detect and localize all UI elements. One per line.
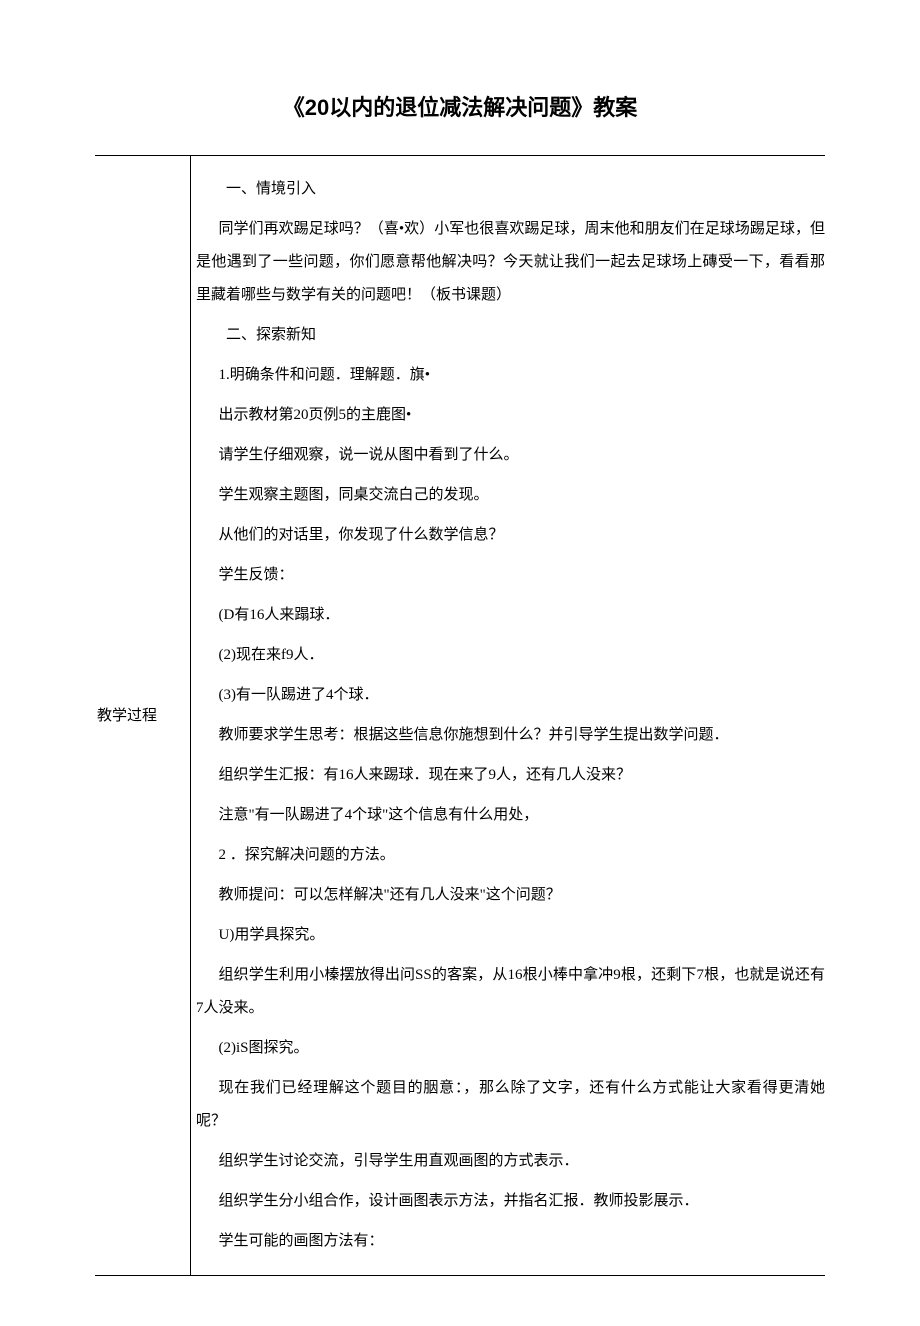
paragraph: 学生可能的画图方法有：: [196, 1225, 825, 1258]
paragraph: 1.明确条件和问题．理解题．旗•: [196, 359, 825, 392]
paragraph: 学生观察主题图，同桌交流白己的发现。: [196, 479, 825, 512]
paragraph: 现在我们已经理解这个题目的胭意：，那么除了文字，还有什么方式能让大家看得更清她呢…: [196, 1072, 825, 1138]
paragraph: 2 ．探究解决问题的方法。: [196, 839, 825, 872]
paragraph: 出示教材第20页例5的主鹿图•: [196, 399, 825, 432]
paragraph: (2)iS图探究。: [196, 1032, 825, 1065]
sidebar-cell: 教学过程: [95, 156, 190, 1275]
page-title: 《20以内的退位减法解决问题》教案: [95, 90, 825, 125]
paragraph: 教师要求学生思考：根据这些信息你施想到什么？并引导学生提出数学问题．: [196, 719, 825, 752]
paragraph: 学生反馈：: [196, 559, 825, 592]
paragraph: 组织学生讨论交流，引导学生用直观画图的方式表示．: [196, 1145, 825, 1178]
sidebar-label: 教学过程: [97, 704, 157, 728]
paragraph: 请学生仔细观察，说一说从图中看到了什么。: [196, 439, 825, 472]
section-heading-1: 一、情境引入: [196, 173, 825, 206]
paragraph: 教师提问：可以怎样解决"还有几人没来"这个问题？: [196, 879, 825, 912]
paragraph: 组织学生利用小榛摆放得出问SS的客案，从16根小棒中拿冲9根，还剩下7根，也就是…: [196, 959, 825, 1025]
section-heading-2: 二、探索新知: [196, 319, 825, 352]
main-table: 教学过程 一、情境引入 同学们再欢踢足球吗？（喜•欢）小军也很喜欢踢足球，周末他…: [95, 155, 825, 1276]
paragraph: 同学们再欢踢足球吗？（喜•欢）小军也很喜欢踢足球，周末他和朋友们在足球场踢足球，…: [196, 213, 825, 312]
paragraph: (3)有一队踢进了4个球．: [196, 679, 825, 712]
paragraph: 组织学生汇报：有16人来踢球．现在来了9人，还有几人没来？: [196, 759, 825, 792]
paragraph: U)用学具探究。: [196, 919, 825, 952]
content-cell: 一、情境引入 同学们再欢踢足球吗？（喜•欢）小军也很喜欢踢足球，周末他和朋友们在…: [190, 156, 825, 1275]
paragraph: (D有16人来蹋球．: [196, 599, 825, 632]
paragraph: 组织学生分小组合作，设计画图表示方法，并指名汇报．教师投影展示．: [196, 1185, 825, 1218]
paragraph: 注意"有一队踢进了4个球"这个信息有什么用处，: [196, 799, 825, 832]
paragraph: (2)现在来f9人．: [196, 639, 825, 672]
paragraph: 从他们的对话里，你发现了什么数学信息？: [196, 519, 825, 552]
